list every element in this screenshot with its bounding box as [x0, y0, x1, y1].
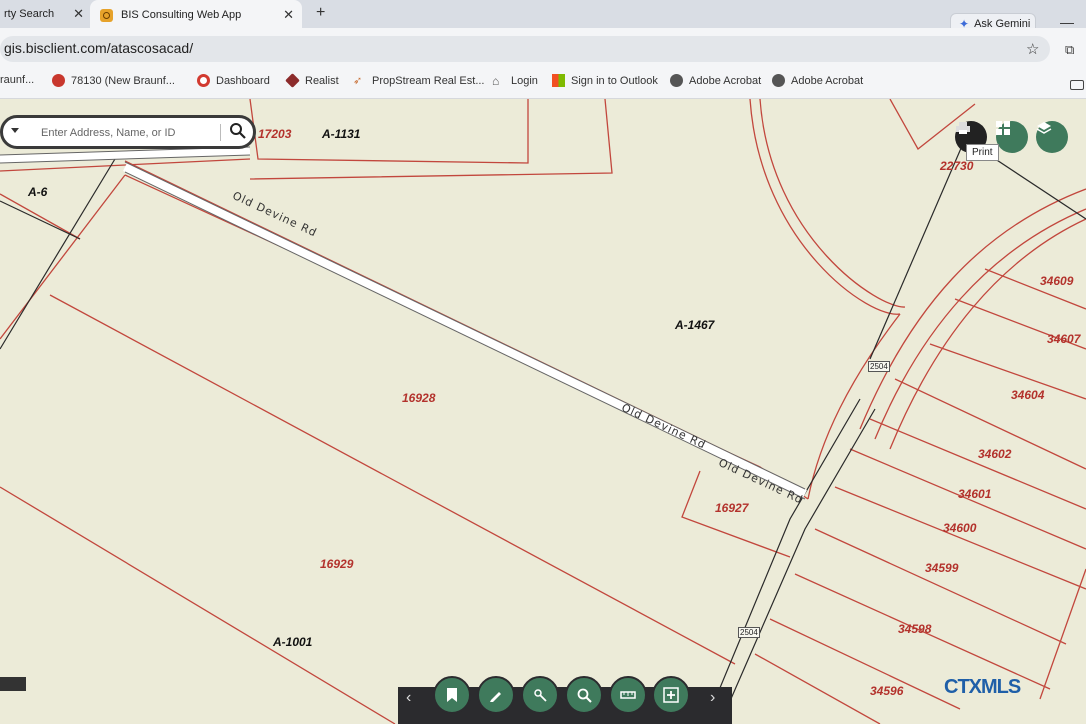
- highway-shield: 2504: [738, 627, 760, 638]
- bookmark-label: Realist: [305, 74, 339, 87]
- abstract-label: A-6: [28, 185, 48, 199]
- bookmark-label: Dashboard: [216, 74, 270, 87]
- draw-button[interactable]: [477, 676, 515, 714]
- toolbar-next-arrow[interactable]: ›: [710, 689, 715, 707]
- search-area-icon: [577, 688, 592, 703]
- home-icon: ⌂: [492, 74, 500, 88]
- parcel-label[interactable]: 34601: [958, 487, 991, 501]
- bookmark-label: raunf...: [0, 74, 35, 86]
- close-icon[interactable]: ✕: [73, 6, 84, 22]
- bookmark-label: Sign in to Outlook: [571, 74, 658, 87]
- bookmark-item[interactable]: Dashboard: [197, 74, 270, 87]
- parcel-label[interactable]: 22730: [940, 159, 973, 173]
- bookmark-item[interactable]: raunf...: [0, 74, 34, 86]
- close-icon[interactable]: ✕: [283, 7, 294, 23]
- bookmarks-folder-icon[interactable]: [1070, 80, 1084, 90]
- globe-icon: [670, 74, 683, 87]
- measure-icon: [620, 691, 636, 699]
- identify-button[interactable]: [521, 676, 559, 714]
- bookmark-item[interactable]: 78130 (New Braunf...: [52, 74, 175, 87]
- bookmark-item[interactable]: Adobe Acrobat: [772, 74, 863, 87]
- flower-icon: [52, 74, 65, 87]
- ctxmls-watermark: CTXMLS: [944, 676, 1021, 699]
- bookmark-item[interactable]: Realist: [285, 73, 339, 88]
- search-icon[interactable]: [229, 122, 247, 140]
- bookmark-label: Adobe Acrobat: [689, 74, 762, 87]
- search-dropdown-icon[interactable]: [11, 128, 19, 133]
- parcel-label[interactable]: 34604: [1011, 388, 1044, 402]
- parcel-label[interactable]: 34596: [870, 684, 903, 698]
- bookmark-star-icon[interactable]: ☆: [1026, 40, 1039, 58]
- microsoft-icon: [552, 74, 565, 87]
- grid-icon: [996, 121, 1010, 135]
- pencil-icon: [490, 692, 501, 702]
- map-canvas[interactable]: Print 17203 16928 16927 16929 22730 3460…: [0, 99, 1086, 724]
- abstract-label: A-1131: [322, 127, 361, 141]
- parcel-label[interactable]: 17203: [258, 127, 291, 141]
- target-icon: [197, 74, 210, 87]
- search-input[interactable]: [39, 123, 223, 143]
- parcel-label[interactable]: 34609: [1040, 274, 1073, 288]
- parcel-label[interactable]: 34602: [978, 447, 1011, 461]
- parcel-label[interactable]: 34599: [925, 561, 958, 575]
- tab-label: rty Search: [4, 8, 55, 20]
- url-text[interactable]: gis.bisclient.com/atascosacad/: [4, 40, 193, 56]
- parcel-label[interactable]: 16929: [320, 557, 353, 571]
- parcel-label[interactable]: 34598: [898, 622, 931, 636]
- globe-icon: [772, 74, 785, 87]
- basemap-grid-button[interactable]: [996, 121, 1028, 153]
- search-separator: [220, 124, 221, 141]
- bookmark-item[interactable]: ➶ PropStream Real Est...: [353, 74, 485, 88]
- address-search-box: [0, 115, 256, 149]
- bookmark-label: 78130 (New Braunf...: [71, 74, 175, 87]
- map-mini-controls[interactable]: [0, 677, 26, 691]
- add-layer-button[interactable]: [652, 676, 690, 714]
- tab-strip: rty Search ✕ BIS Consulting Web App ✕ + …: [0, 0, 1086, 35]
- identify-icon: [534, 689, 547, 702]
- extensions-icon[interactable]: ⧉: [1065, 42, 1074, 58]
- propstream-icon: ➶: [353, 75, 363, 87]
- layers-icon: [1036, 122, 1052, 134]
- tab-label: BIS Consulting Web App: [121, 9, 242, 21]
- printer-icon: [956, 122, 970, 134]
- cube-icon: [285, 73, 300, 88]
- bookmark-item[interactable]: Sign in to Outlook: [552, 74, 658, 87]
- parcel-label[interactable]: 16928: [402, 391, 435, 405]
- bookmark-icon: [447, 688, 457, 702]
- layers-button[interactable]: [1036, 121, 1068, 153]
- address-bar: gis.bisclient.com/atascosacad/ ☆ ⧉: [0, 28, 1086, 68]
- bookmarks-bar: raunf... 78130 (New Braunf... Dashboard …: [0, 68, 1086, 99]
- bookmark-item[interactable]: Adobe Acrobat: [670, 74, 761, 87]
- parcel-label[interactable]: 16927: [715, 501, 748, 515]
- bookmark-label: Login: [511, 74, 538, 87]
- bookmark-label: PropStream Real Est...: [372, 74, 485, 87]
- ctxmls-logo-text: CTXMLS: [944, 676, 1021, 698]
- highway-shield: 2504: [868, 361, 890, 372]
- measure-button[interactable]: [609, 676, 647, 714]
- new-tab-button[interactable]: +: [316, 4, 325, 22]
- abstract-label: A-1001: [273, 635, 313, 649]
- search-area-button[interactable]: [565, 676, 603, 714]
- bookmark-button[interactable]: [433, 676, 471, 714]
- bookmark-label: Adobe Acrobat: [791, 74, 864, 87]
- parcel-label[interactable]: 34607: [1047, 332, 1080, 346]
- bis-favicon-icon: [100, 8, 113, 22]
- toolbar-prev-arrow[interactable]: ‹: [406, 689, 411, 707]
- parcel-label[interactable]: 34600: [943, 521, 976, 535]
- tab-property-search[interactable]: rty Search ✕: [0, 0, 90, 28]
- tab-bis-consulting[interactable]: BIS Consulting Web App ✕: [90, 0, 302, 30]
- add-layer-icon: [663, 687, 679, 703]
- abstract-label: A-1467: [675, 318, 715, 332]
- bookmark-item[interactable]: ⌂ Login: [492, 74, 538, 88]
